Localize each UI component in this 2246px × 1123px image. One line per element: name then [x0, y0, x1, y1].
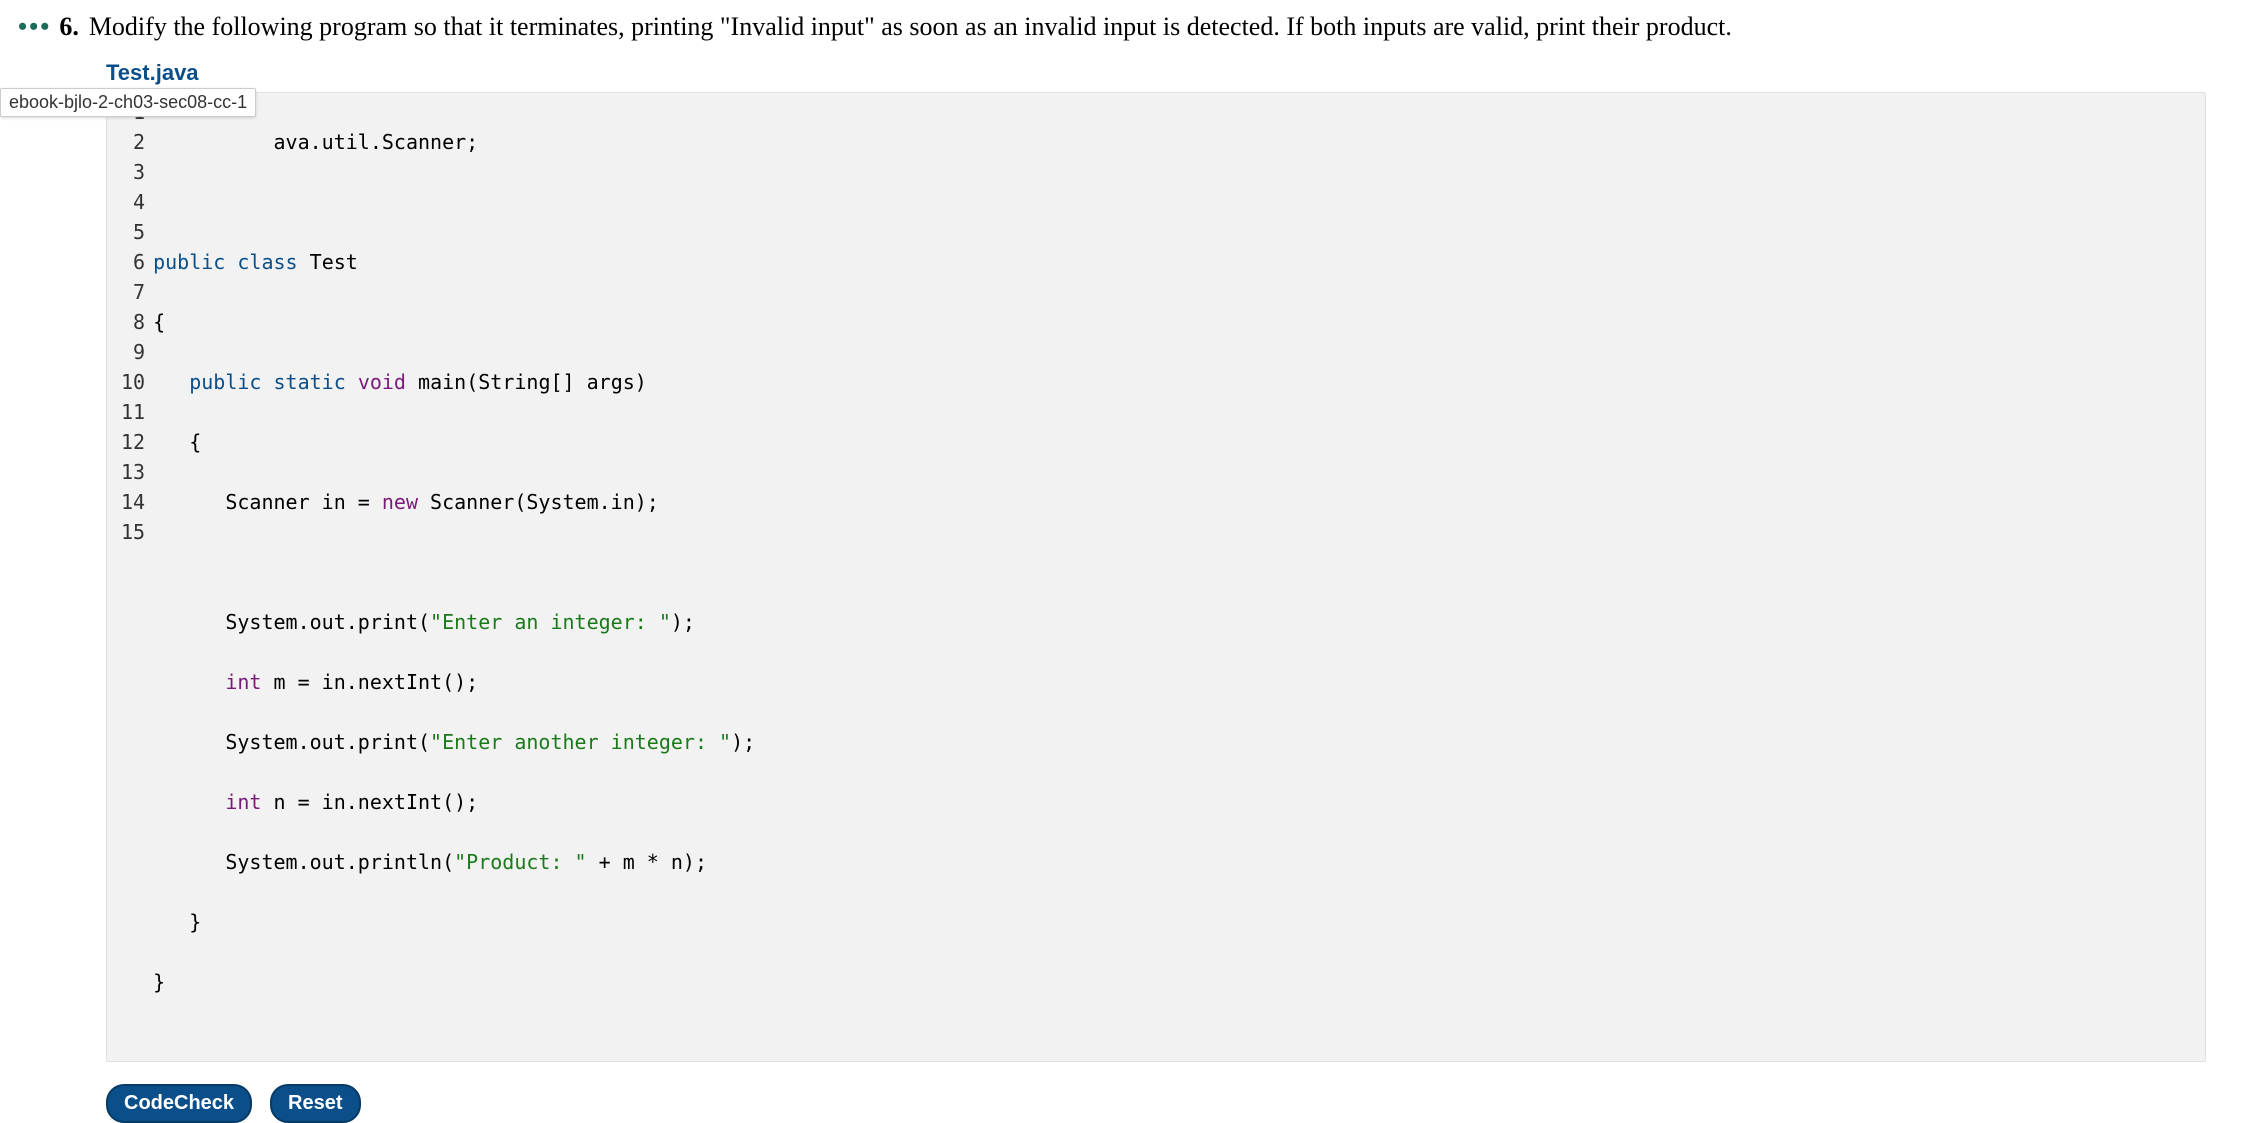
keyword: new: [382, 490, 418, 514]
code-line[interactable]: int n = in.nextInt();: [153, 787, 2205, 817]
line-number: 15: [121, 517, 145, 547]
keyword: void: [358, 370, 406, 394]
question-text: Modify the following program so that it …: [89, 12, 1732, 42]
codecheck-button[interactable]: CodeCheck: [106, 1084, 252, 1123]
code-text: [153, 790, 225, 814]
line-number: 4: [121, 187, 145, 217]
code-editor[interactable]: 1 2 3 4 5 6 7 8 9 10 11 12 13 14 15 ava.…: [106, 92, 2206, 1062]
code-text: Scanner(System.in);: [418, 490, 659, 514]
code-text: [153, 670, 225, 694]
string-literal: "Product: ": [454, 850, 586, 874]
code-line[interactable]: ava.util.Scanner;: [153, 127, 2205, 157]
reference-tooltip: ebook-bjlo-2-ch03-sec08-cc-1: [0, 88, 256, 117]
code-text: }: [153, 910, 201, 934]
code-text: {: [153, 310, 165, 334]
line-number: 7: [121, 277, 145, 307]
line-number: 2: [121, 127, 145, 157]
code-text: System.out.println(: [153, 850, 454, 874]
code-content[interactable]: ava.util.Scanner; public class Test { pu…: [153, 93, 2205, 1061]
question-number: 6.: [59, 12, 79, 42]
code-line[interactable]: }: [153, 967, 2205, 997]
code-text: Scanner in =: [153, 490, 382, 514]
code-text: m = in.nextInt();: [261, 670, 478, 694]
code-line[interactable]: System.out.print("Enter another integer:…: [153, 727, 2205, 757]
line-number: 10: [121, 367, 145, 397]
code-text: n = in.nextInt();: [261, 790, 478, 814]
code-text: );: [731, 730, 755, 754]
line-number: 3: [121, 157, 145, 187]
code-line[interactable]: System.out.println("Product: " + m * n);: [153, 847, 2205, 877]
keyword: class: [237, 250, 297, 274]
line-number: 9: [121, 337, 145, 367]
code-line[interactable]: int m = in.nextInt();: [153, 667, 2205, 697]
line-number: 6: [121, 247, 145, 277]
line-number: 14: [121, 487, 145, 517]
keyword: int: [225, 670, 261, 694]
code-text: main(String[] args): [418, 370, 647, 394]
code-text: + m * n);: [587, 850, 707, 874]
difficulty-dots: •••: [18, 12, 51, 42]
class-name: Test: [310, 250, 358, 274]
code-line[interactable]: Scanner in = new Scanner(System.in);: [153, 487, 2205, 517]
code-text: ava.util.Scanner;: [274, 130, 479, 154]
code-text: System.out.print(: [153, 730, 430, 754]
code-line[interactable]: [153, 547, 2205, 577]
button-row: CodeCheck Reset: [106, 1084, 2246, 1123]
string-literal: "Enter another integer: ": [430, 730, 731, 754]
line-number: 5: [121, 217, 145, 247]
code-line[interactable]: public static void main(String[] args): [153, 367, 2205, 397]
code-line[interactable]: {: [153, 307, 2205, 337]
string-literal: "Enter an integer: ": [430, 610, 671, 634]
question-header: ••• 6. Modify the following program so t…: [0, 0, 2246, 60]
keyword: public: [189, 370, 261, 394]
code-line[interactable]: public class Test: [153, 247, 2205, 277]
editor-wrap: ebook-bjlo-2-ch03-sec08-cc-1 1 2 3 4 5 6…: [106, 92, 2206, 1062]
code-text: );: [671, 610, 695, 634]
code-text: }: [153, 970, 165, 994]
code-line[interactable]: {: [153, 427, 2205, 457]
keyword: static: [274, 370, 346, 394]
code-line[interactable]: System.out.print("Enter an integer: ");: [153, 607, 2205, 637]
line-number: 8: [121, 307, 145, 337]
reset-button[interactable]: Reset: [270, 1084, 360, 1123]
filename-label: Test.java: [0, 60, 2246, 92]
keyword: int: [225, 790, 261, 814]
code-text: System.out.print(: [153, 610, 430, 634]
line-number: 12: [121, 427, 145, 457]
line-number: 11: [121, 397, 145, 427]
line-number-gutter: 1 2 3 4 5 6 7 8 9 10 11 12 13 14 15: [107, 93, 153, 1061]
keyword: public: [153, 250, 225, 274]
code-text: {: [153, 430, 201, 454]
code-line[interactable]: }: [153, 907, 2205, 937]
code-line[interactable]: [153, 187, 2205, 217]
line-number: 13: [121, 457, 145, 487]
